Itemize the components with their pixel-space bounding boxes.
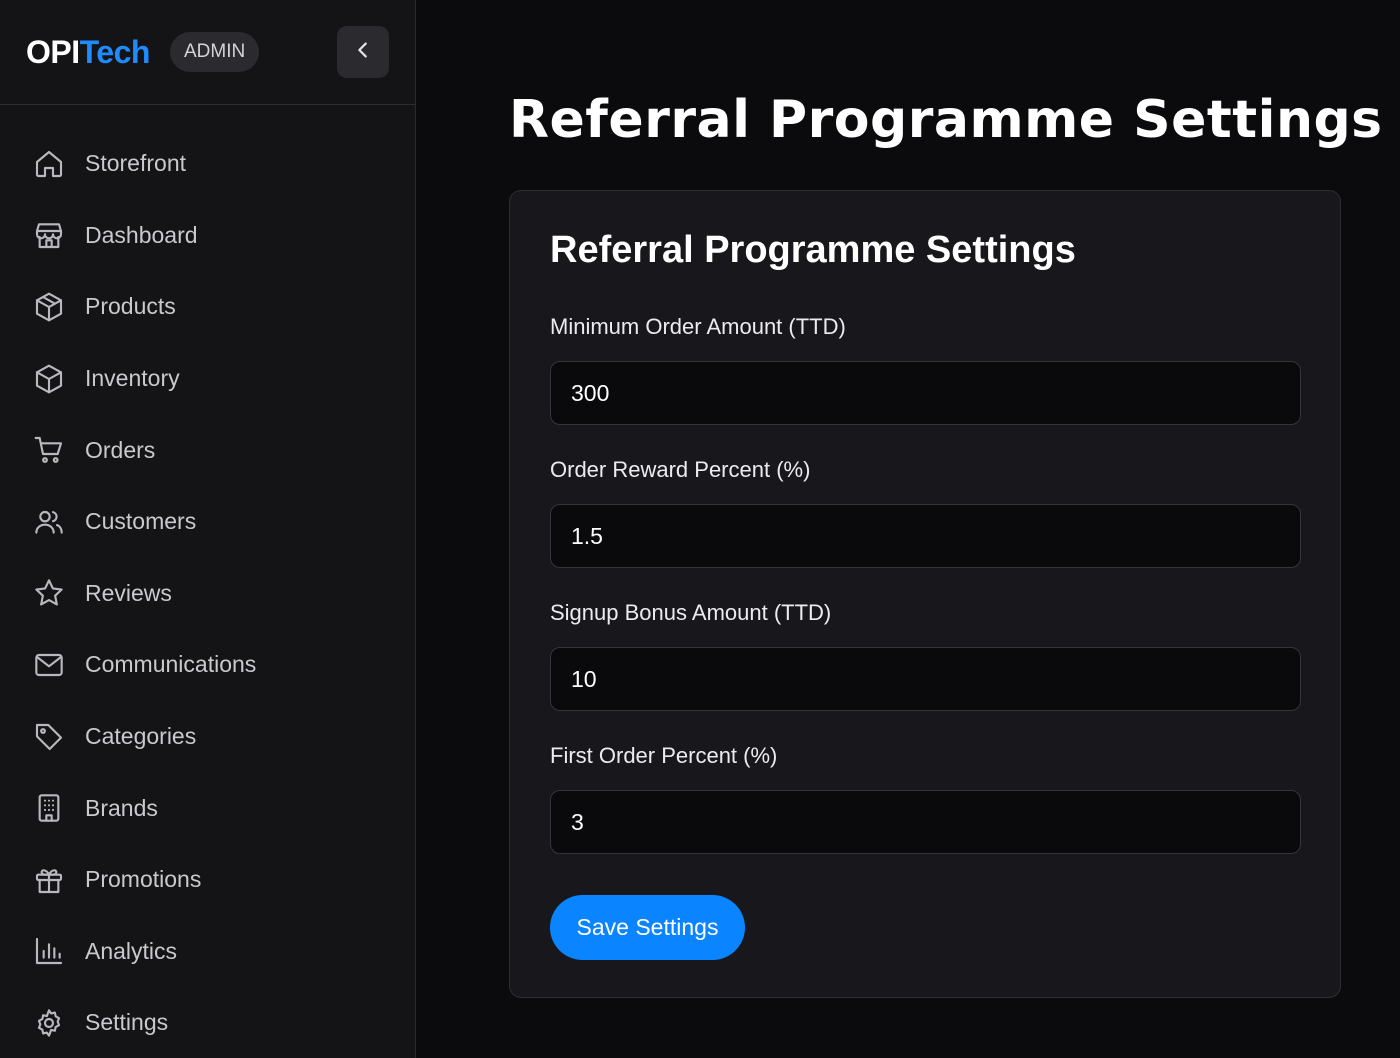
sidebar-item-label: Categories [85, 723, 197, 750]
order-reward-percent-input[interactable] [550, 504, 1301, 568]
sidebar-item-label: Products [85, 293, 176, 320]
signup-bonus-amount-input[interactable] [550, 647, 1301, 711]
card-title: Referral Programme Settings [550, 229, 1076, 271]
sidebar-item-communications[interactable]: Communications [0, 629, 415, 701]
settings-card: Referral Programme Settings Minimum Orde… [509, 190, 1341, 998]
sidebar-item-label: Communications [85, 651, 257, 678]
users-icon [32, 505, 66, 539]
sidebar-item-label: Brands [85, 794, 158, 821]
sidebar-item-label: Analytics [85, 937, 178, 964]
sidebar: OPITech ADMIN Storefront Dashboard Produ… [0, 0, 416, 1058]
sidebar-item-inventory[interactable]: Inventory [0, 343, 415, 415]
sidebar-item-dashboard[interactable]: Dashboard [0, 200, 415, 272]
logo[interactable]: OPITech [26, 32, 150, 72]
minimum-order-amount-input[interactable] [550, 361, 1301, 425]
mail-icon [32, 648, 66, 682]
app: OPITech ADMIN Storefront Dashboard Produ… [0, 0, 1400, 1058]
sidebar-item-categories[interactable]: Categories [0, 701, 415, 773]
sidebar-item-label: Dashboard [85, 221, 198, 248]
home-icon [32, 147, 66, 181]
sidebar-item-promotions[interactable]: Promotions [0, 844, 415, 916]
sidebar-item-label: Promotions [85, 866, 202, 893]
tag-icon [32, 720, 66, 754]
sidebar-item-analytics[interactable]: Analytics [0, 916, 415, 988]
package-icon [32, 290, 66, 324]
star-icon [32, 576, 66, 610]
gift-icon [32, 863, 66, 897]
logo-part-1: OPI [26, 34, 80, 70]
first-order-percent-label: First Order Percent (%) [550, 743, 778, 768]
page-title: Referral Programme Settings [509, 90, 1383, 150]
sidebar-item-storefront[interactable]: Storefront [0, 128, 415, 200]
building-icon [32, 791, 66, 825]
first-order-percent-input[interactable] [550, 790, 1301, 854]
sidebar-nav: Storefront Dashboard Products Inventory [0, 128, 415, 1058]
sidebar-item-products[interactable]: Products [0, 271, 415, 343]
order-reward-percent-label: Order Reward Percent (%) [550, 457, 811, 482]
sidebar-item-label: Inventory [85, 365, 180, 392]
collapse-sidebar-button[interactable] [337, 26, 389, 78]
cart-icon [32, 433, 66, 467]
admin-badge: ADMIN [170, 32, 260, 72]
store-icon [32, 218, 66, 252]
sidebar-item-reviews[interactable]: Reviews [0, 558, 415, 630]
sidebar-item-label: Storefront [85, 150, 186, 177]
sidebar-item-label: Orders [85, 436, 156, 463]
signup-bonus-amount-label: Signup Bonus Amount (TTD) [550, 600, 832, 625]
sidebar-item-brands[interactable]: Brands [0, 772, 415, 844]
minimum-order-amount-label: Minimum Order Amount (TTD) [550, 314, 846, 339]
bar-chart-icon [32, 934, 66, 968]
sidebar-item-settings[interactable]: Settings [0, 987, 415, 1058]
save-settings-button[interactable]: Save Settings [550, 895, 745, 960]
gear-icon [32, 1006, 66, 1040]
chevron-left-icon [352, 39, 374, 66]
sidebar-item-label: Settings [85, 1009, 169, 1036]
sidebar-item-customers[interactable]: Customers [0, 486, 415, 558]
sidebar-item-label: Reviews [85, 579, 172, 606]
sidebar-item-orders[interactable]: Orders [0, 414, 415, 486]
main-content: Referral Programme Settings Referral Pro… [417, 0, 1400, 1058]
box-icon [32, 362, 66, 396]
logo-part-2: Tech [79, 34, 151, 70]
sidebar-header: OPITech ADMIN [0, 0, 415, 105]
sidebar-item-label: Customers [85, 508, 197, 535]
